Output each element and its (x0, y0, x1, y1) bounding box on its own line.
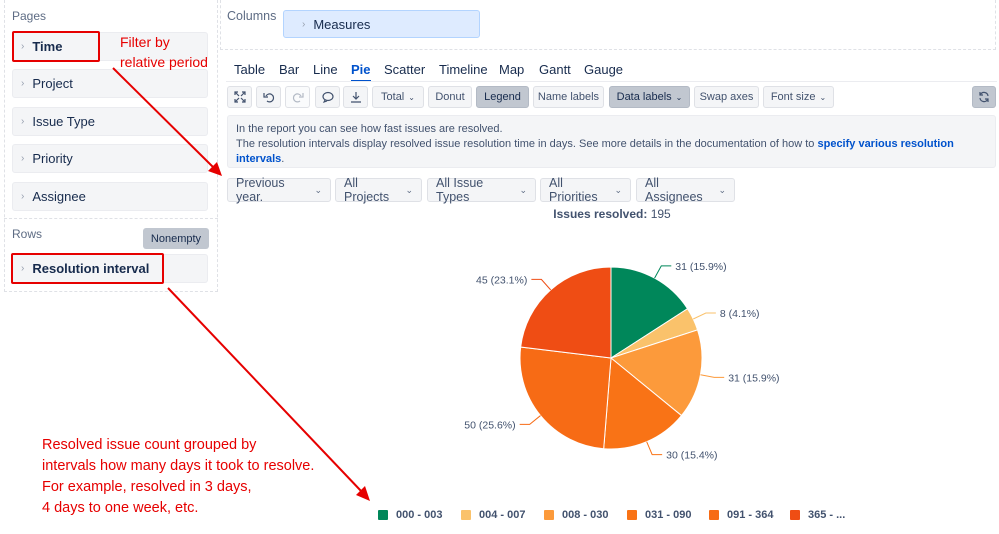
data-label-connector (531, 278, 552, 291)
data-label-connector (654, 265, 672, 279)
pie-chart (519, 266, 703, 450)
legend-item[interactable]: 091 - 364 (709, 508, 773, 522)
legend-label: 004 - 007 (479, 509, 526, 521)
data-label-connector (700, 374, 725, 378)
legend-item[interactable]: 031 - 090 (627, 508, 691, 522)
data-label-connector (692, 312, 716, 320)
legend-swatch (790, 510, 800, 520)
data-label: 50 (25.6%) (464, 419, 515, 431)
legend-label: 008 - 030 (562, 509, 609, 521)
legend-item[interactable]: 000 - 003 (378, 508, 442, 522)
data-label-connector (646, 441, 663, 456)
data-label: 31 (15.9%) (728, 372, 779, 384)
arrow-line (167, 287, 363, 493)
legend-swatch (378, 510, 388, 520)
legend-swatch (544, 510, 554, 520)
legend-label: 091 - 364 (727, 509, 774, 521)
legend-swatch (627, 510, 637, 520)
pie-slice[interactable] (520, 266, 612, 359)
chart-overlay: 31 (15.9%) 8 (4.1%) 31 (15.9%) 30 (15.4%) 50… (112, 67, 780, 501)
legend-item[interactable]: 004 - 007 (461, 508, 525, 522)
data-label-connector (519, 415, 541, 425)
data-label: 31 (15.9%) (675, 261, 726, 273)
data-label: 30 (15.4%) (666, 450, 717, 462)
legend-item[interactable]: 008 - 030 (544, 508, 608, 522)
data-label: 45 (23.1%) (476, 274, 527, 286)
legend-swatch (709, 510, 719, 520)
legend-item[interactable]: 365 - ... (790, 508, 845, 522)
legend-label: 000 - 003 (396, 509, 443, 521)
pie-slice[interactable] (519, 346, 612, 450)
arrow-line (112, 67, 215, 169)
annotation-arrows (112, 67, 370, 501)
data-label: 8 (4.1%) (720, 308, 760, 320)
legend-label: 031 - 090 (645, 509, 692, 521)
legend-label: 365 - ... (808, 509, 846, 521)
legend-swatch (461, 510, 471, 520)
